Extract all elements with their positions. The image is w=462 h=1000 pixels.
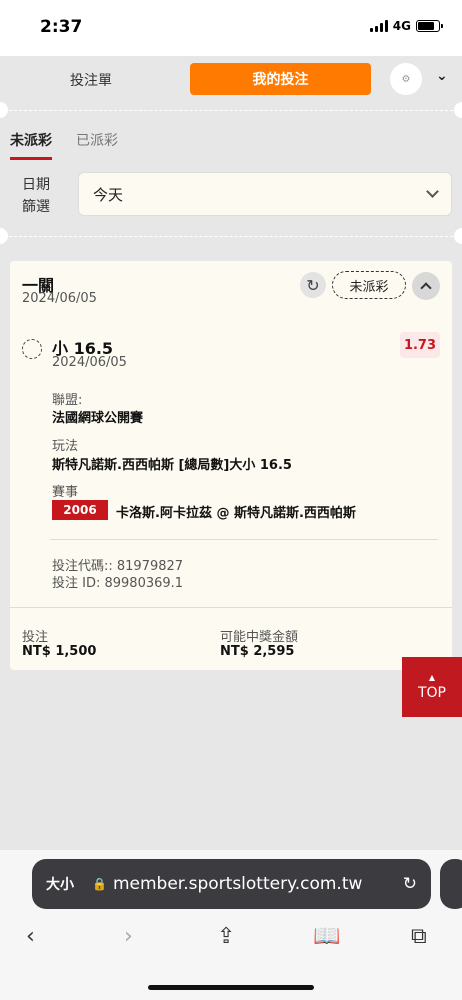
- status-badge: 未派彩: [332, 271, 406, 299]
- bet-date: 2024/06/05: [22, 291, 97, 306]
- divider: [10, 607, 452, 608]
- notch-decoration: [454, 228, 462, 244]
- settings-button[interactable]: ⚙: [390, 63, 422, 95]
- chevron-down-icon[interactable]: ⌄: [436, 68, 448, 84]
- reload-icon[interactable]: ↻: [403, 874, 417, 894]
- scroll-top-button[interactable]: ▲ TOP: [402, 657, 462, 717]
- lock-icon: 🔒: [92, 877, 107, 891]
- settlement-tabs: 未派彩 已派彩: [10, 130, 118, 160]
- notch-decoration: [0, 228, 8, 244]
- gear-icon: ⚙: [401, 73, 411, 85]
- tab-my-bets[interactable]: 我的投注: [190, 63, 371, 95]
- status-icons: 4G: [369, 19, 443, 33]
- selection-date: 2024/06/05: [52, 355, 127, 370]
- payout-label: 可能中獎金額: [220, 630, 299, 645]
- collapse-button[interactable]: [412, 272, 440, 300]
- address-bar[interactable]: 大小 🔒 member.sportslottery.com.tw ↻: [32, 859, 431, 909]
- bet-card: 一關 2024/06/05 ↻ 未派彩 小 16.5 2024/06/05 1.…: [10, 261, 452, 670]
- top-label: TOP: [417, 684, 446, 701]
- stake-value: NT$ 1,500: [22, 644, 97, 659]
- event-teams: 卡洛斯.阿卡拉茲 @ 斯特凡諾斯.西西帕斯: [116, 506, 356, 521]
- bet-id: 投注 ID: 89980369.1: [52, 576, 184, 591]
- arrow-up-icon: ▲: [428, 672, 436, 682]
- payout-value: NT$ 2,595: [220, 644, 295, 659]
- back-icon[interactable]: ‹: [26, 924, 35, 949]
- league-label: 聯盟:: [52, 393, 83, 408]
- status-bar: 2:37 4G: [0, 0, 462, 56]
- date-filter-label: 日期 篩選: [22, 177, 50, 215]
- tab-unsettled[interactable]: 未派彩: [10, 130, 52, 160]
- signal-icon: [369, 20, 388, 32]
- date-filter-value: 今天: [93, 185, 124, 204]
- url-text: member.sportslottery.com.tw: [112, 874, 363, 894]
- home-indicator: [148, 985, 314, 990]
- market-label: 玩法: [52, 439, 79, 454]
- event-label: 賽事: [52, 485, 79, 500]
- bookmarks-icon[interactable]: 📖: [313, 924, 340, 949]
- battery-icon: [416, 20, 443, 32]
- league-value: 法國網球公開賽: [52, 411, 144, 426]
- browser-nav: ‹ › ⇪ 📖 ⧉: [0, 918, 462, 958]
- bet-tabs: 投注單 我的投注 ⚙ ⌄: [0, 60, 462, 100]
- text-size-button[interactable]: 大小: [46, 874, 92, 894]
- event-id-badge: 2006: [52, 500, 108, 520]
- next-tab-peek[interactable]: [440, 859, 462, 909]
- notch-decoration: [454, 102, 462, 118]
- forward-icon[interactable]: ›: [124, 924, 133, 949]
- divider: [4, 110, 458, 111]
- network-type: 4G: [392, 19, 411, 33]
- chevron-down-icon: [426, 185, 439, 198]
- chevron-up-icon: [420, 282, 432, 294]
- tab-settled[interactable]: 已派彩: [76, 130, 118, 160]
- odds-badge: 1.73: [400, 332, 440, 358]
- divider: [4, 236, 458, 237]
- divider: [50, 539, 438, 540]
- share-icon[interactable]: ⇪: [217, 924, 235, 949]
- market-value: 斯特凡諾斯.西西帕斯 [總局數]大小 16.5: [52, 458, 292, 473]
- tabs-icon[interactable]: ⧉: [411, 924, 427, 949]
- status-time: 2:37: [40, 17, 83, 37]
- stake-label: 投注: [22, 630, 49, 645]
- date-filter-select[interactable]: 今天: [78, 172, 452, 216]
- selection-status-icon: [22, 339, 42, 359]
- notch-decoration: [0, 102, 8, 118]
- refresh-icon[interactable]: ↻: [300, 272, 326, 298]
- tab-bet-slip[interactable]: 投注單: [70, 70, 112, 90]
